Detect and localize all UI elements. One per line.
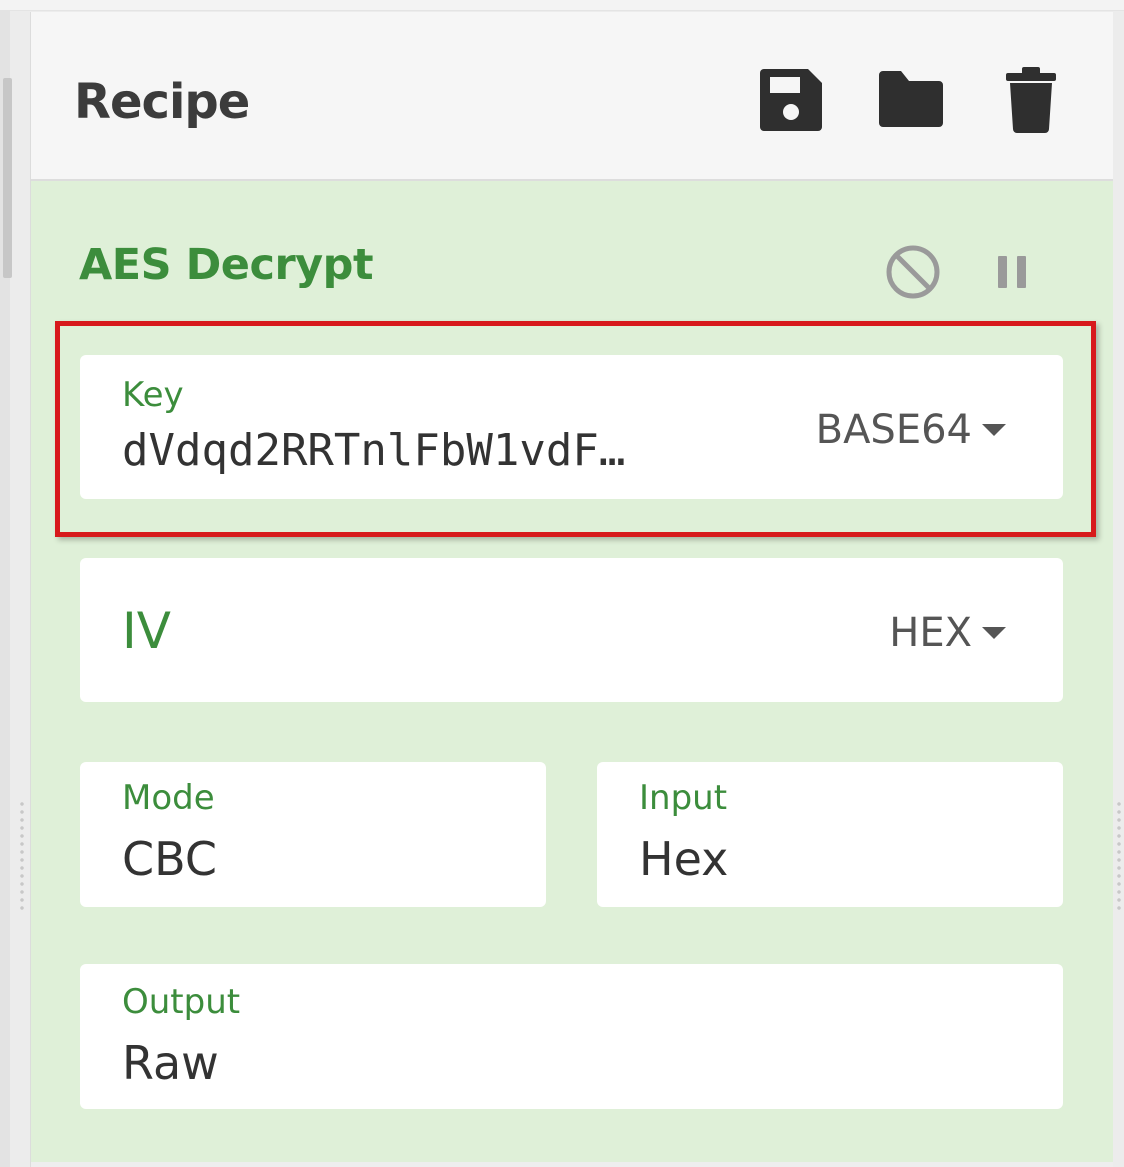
- mode-select[interactable]: Mode CBC: [80, 762, 546, 907]
- pause-icon: [998, 256, 1026, 288]
- input-label: Input: [639, 778, 728, 818]
- top-border: [0, 0, 1124, 11]
- panel-bottom-border: [31, 1162, 1113, 1167]
- key-label: Key: [122, 375, 184, 415]
- iv-format-label: HEX: [889, 610, 972, 656]
- output-value: Raw: [122, 1036, 219, 1090]
- key-input[interactable]: dVdqd2RRTnlFbW1vdF…: [122, 425, 625, 476]
- key-field[interactable]: Key dVdqd2RRTnlFbW1vdF… BASE64: [80, 355, 1063, 499]
- left-scrollbar-track[interactable]: [0, 10, 12, 1167]
- recipe-title: Recipe: [74, 74, 250, 130]
- key-format-label: BASE64: [815, 407, 972, 453]
- recipe-panel: Recipe AES Decrypt Key dVdqd2RRTnlFbW1vd…: [30, 12, 1113, 1167]
- recipe-header: Recipe: [31, 12, 1113, 181]
- breakpoint-pause-button[interactable]: [977, 232, 1047, 312]
- disable-icon: [886, 245, 940, 299]
- folder-icon: [879, 71, 943, 127]
- load-recipe-button[interactable]: [873, 62, 949, 138]
- iv-format-dropdown[interactable]: HEX: [889, 610, 1006, 656]
- caret-down-icon: [982, 424, 1006, 436]
- mode-label: Mode: [122, 778, 215, 818]
- left-scrollbar-thumb[interactable]: [3, 78, 12, 278]
- key-format-dropdown[interactable]: BASE64: [816, 407, 1006, 453]
- operation-title: AES Decrypt: [79, 240, 374, 290]
- resize-handle-left[interactable]: [20, 800, 24, 910]
- resize-handle-right[interactable]: [1117, 800, 1121, 910]
- clear-recipe-button[interactable]: [993, 62, 1069, 138]
- disable-operation-button[interactable]: [878, 232, 948, 312]
- mode-value: CBC: [122, 832, 217, 886]
- iv-label: IV: [122, 602, 171, 660]
- save-recipe-button[interactable]: [753, 62, 829, 138]
- save-icon: [760, 69, 822, 131]
- input-value: Hex: [639, 832, 729, 886]
- input-format-select[interactable]: Input Hex: [597, 762, 1063, 907]
- output-label: Output: [122, 982, 241, 1022]
- trash-icon: [1006, 67, 1056, 133]
- iv-field[interactable]: IV HEX: [80, 558, 1063, 702]
- app-frame: Recipe AES Decrypt Key dVdqd2RRTnlFbW1vd…: [0, 0, 1124, 1167]
- output-format-select[interactable]: Output Raw: [80, 964, 1063, 1109]
- caret-down-icon: [982, 627, 1006, 639]
